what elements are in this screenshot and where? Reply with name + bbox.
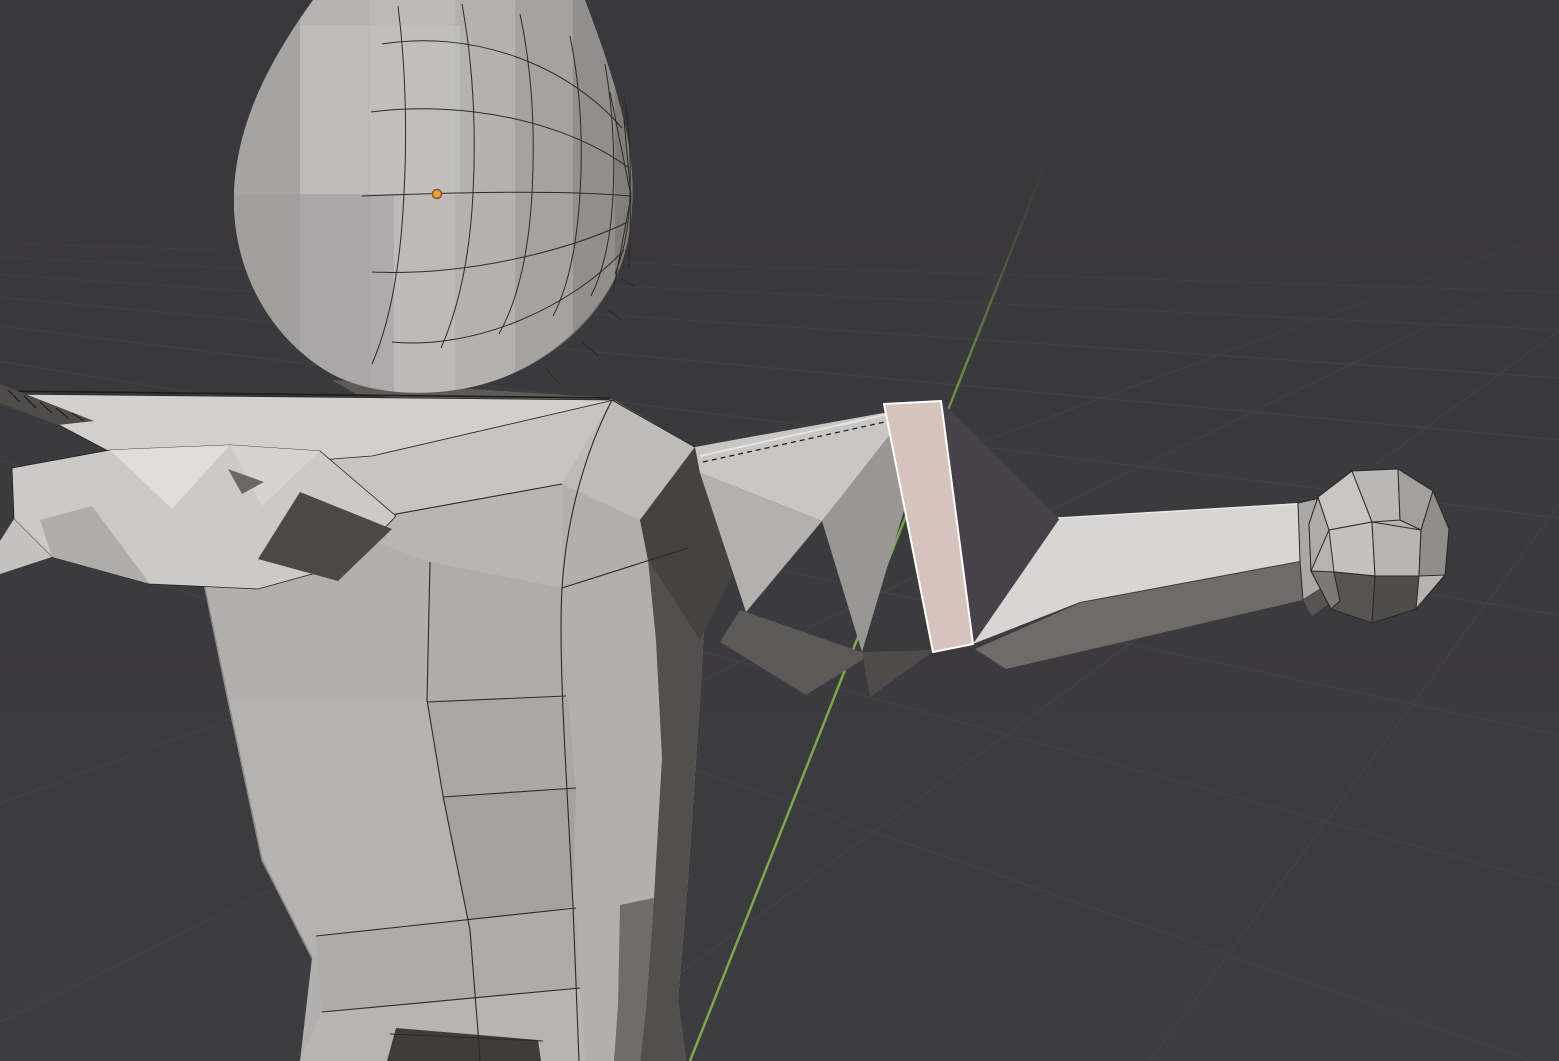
3d-viewport-canvas[interactable] xyxy=(0,0,1559,1061)
head-shade-band xyxy=(455,0,515,400)
hand-facet xyxy=(1329,522,1375,576)
origin-point[interactable] xyxy=(433,190,442,199)
horizon-fade xyxy=(0,128,1559,368)
torso-face xyxy=(427,698,576,797)
hand-facet xyxy=(1372,522,1421,576)
3d-viewport[interactable] xyxy=(0,0,1559,1061)
head-light-patch xyxy=(300,25,460,195)
